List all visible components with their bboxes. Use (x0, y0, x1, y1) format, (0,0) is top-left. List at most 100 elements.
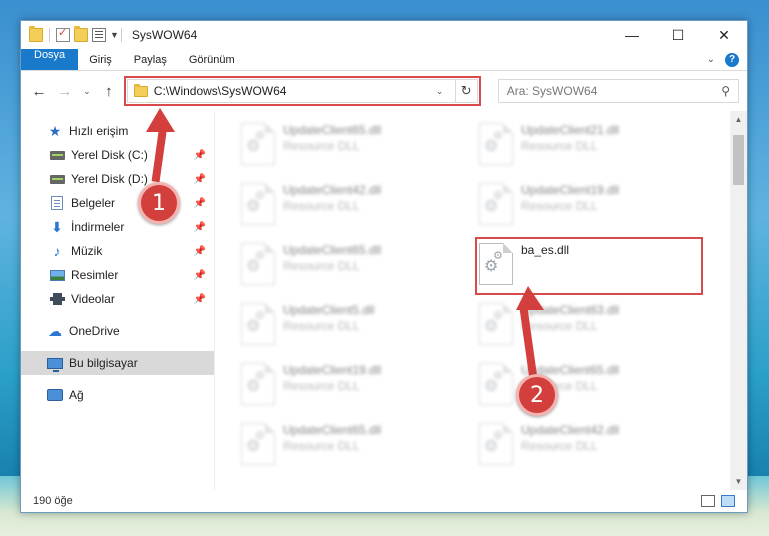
pictures-icon (49, 268, 65, 282)
address-bar[interactable]: C:\Windows\SysWOW64 ⌄ ↻ (126, 79, 478, 103)
dll-file-icon: ⚙ ⚙ (479, 243, 513, 285)
file-name: UpdateClient42.dll (283, 183, 382, 197)
tab-home[interactable]: Giriş (78, 49, 123, 70)
scroll-thumb[interactable] (733, 135, 744, 185)
up-button[interactable]: ↑ (99, 81, 119, 101)
cloud-icon: ☁ (48, 322, 62, 339)
scroll-up-icon[interactable]: ▲ (730, 111, 747, 128)
new-folder-icon[interactable] (74, 26, 88, 42)
video-icon (49, 292, 65, 306)
dll-file-icon: ⚙ ⚙ (479, 123, 513, 165)
sidebar-item-label: Hızlı erişim (69, 124, 129, 138)
dll-file-icon: ⚙ ⚙ (241, 243, 275, 285)
file-type: Resource DLL (283, 139, 360, 153)
sidebar-item-disk-d[interactable]: Yerel Disk (D:) 📌 (21, 167, 214, 191)
tab-share[interactable]: Paylaş (123, 49, 178, 70)
file-item[interactable]: ⚙ ⚙ UpdateClient5.dll Resource DLL (241, 299, 479, 359)
dll-file-icon: ⚙ ⚙ (479, 363, 513, 405)
tab-view[interactable]: Görünüm (178, 49, 246, 70)
file-item[interactable]: ⚙ ⚙ UpdateClient21.dll Resource DLL (479, 119, 717, 179)
file-type: Resource DLL (283, 379, 360, 393)
sidebar-item-music[interactable]: ♪ Müzik 📌 (21, 239, 214, 263)
minimize-button[interactable]: — (609, 21, 655, 49)
pin-icon[interactable]: 📌 (194, 222, 206, 233)
search-box[interactable]: Ara: SysWOW64 ⚲ (497, 79, 739, 103)
ribbon-tabs: Dosya Giriş Paylaş Görünüm ⌄ ? (21, 49, 747, 71)
ribbon-right: ⌄ ? (707, 49, 747, 70)
pin-icon[interactable]: 📌 (194, 198, 206, 209)
sidebar-item-videos[interactable]: Videolar 📌 (21, 287, 214, 311)
file-item-ba-es[interactable]: ⚙ ⚙ ba_es.dll (479, 239, 717, 299)
file-item[interactable]: ⚙ ⚙ UpdateClient65.dll Resource DLL (241, 239, 479, 299)
large-icons-view-icon[interactable] (721, 495, 735, 507)
pin-icon[interactable]: 📌 (194, 174, 206, 185)
download-icon: ⬇ (51, 218, 63, 235)
file-type: Resource DLL (283, 439, 360, 453)
computer-icon (47, 356, 63, 372)
scroll-down-icon[interactable]: ▼ (730, 473, 747, 490)
details-view-icon[interactable] (701, 495, 715, 507)
dll-file-icon: ⚙ ⚙ (241, 303, 275, 345)
file-name: ba_es.dll (521, 243, 570, 257)
sidebar-item-label: OneDrive (69, 324, 120, 338)
pin-icon[interactable]: 📌 (194, 246, 206, 257)
address-path[interactable]: C:\Windows\SysWOW64 (154, 84, 425, 98)
file-type: Resource DLL (283, 259, 360, 273)
back-button[interactable]: ← (29, 81, 49, 101)
search-input[interactable]: Ara: SysWOW64 (507, 84, 722, 98)
vertical-scrollbar[interactable]: ▲ ▼ (730, 111, 747, 490)
refresh-icon[interactable]: ↻ (454, 80, 477, 102)
close-button[interactable]: ✕ (701, 21, 747, 49)
address-folder-icon (133, 83, 148, 97)
sidebar-item-onedrive[interactable]: ☁ OneDrive (21, 319, 214, 343)
sidebar-item-this-pc[interactable]: Bu bilgisayar (21, 351, 214, 375)
file-item[interactable]: ⚙ ⚙ UpdateClient63.dll Resource DLL (479, 299, 717, 359)
help-icon[interactable]: ? (725, 52, 739, 67)
status-bar: 190 öğe (21, 490, 747, 512)
sidebar-item-documents[interactable]: Belgeler 📌 (21, 191, 214, 215)
sidebar-item-quick-access[interactable]: ★ Hızlı erişim (21, 119, 214, 143)
expand-ribbon-icon[interactable]: ⌄ (707, 54, 715, 65)
file-item[interactable]: ⚙ ⚙ UpdateClient65.dll Resource DLL (241, 119, 479, 179)
properties-check-icon[interactable] (56, 26, 70, 42)
file-item[interactable]: ⚙ ⚙ UpdateClient42.dll Resource DLL (241, 179, 479, 239)
recent-locations-icon[interactable]: ⌄ (81, 86, 93, 97)
sidebar-item-network[interactable]: Ağ (21, 383, 214, 407)
sidebar-item-label: Yerel Disk (C:) (71, 148, 148, 162)
file-item[interactable]: ⚙ ⚙ UpdateClient65.dll Resource DLL (479, 359, 717, 419)
toolbar-divider (49, 28, 50, 42)
maximize-button[interactable]: ☐ (655, 21, 701, 49)
pin-icon[interactable]: 📌 (194, 150, 206, 161)
sidebar-item-pictures[interactable]: Resimler 📌 (21, 263, 214, 287)
forward-button[interactable]: → (55, 81, 75, 101)
music-icon: ♪ (53, 243, 61, 259)
file-item[interactable]: ⚙ ⚙ UpdateClient65.dll Resource DLL (241, 419, 479, 479)
sidebar-item-label: Videolar (71, 292, 115, 306)
qat-dropdown-icon[interactable]: ▼ (110, 30, 119, 40)
list-properties-icon[interactable] (92, 28, 106, 42)
file-type: Resource DLL (283, 319, 360, 333)
pin-icon[interactable]: 📌 (194, 294, 206, 305)
navigation-pane: ★ Hızlı erişim Yerel Disk (C:) 📌 Yerel D… (21, 111, 215, 490)
file-type: Resource DLL (283, 199, 360, 213)
file-item[interactable]: ⚙ ⚙ UpdateClient19.dll Resource DLL (479, 179, 717, 239)
search-icon[interactable]: ⚲ (721, 84, 730, 98)
file-name: UpdateClient63.dll (521, 303, 620, 317)
quick-access-toolbar: ▼ (29, 26, 119, 42)
sidebar-item-disk-c[interactable]: Yerel Disk (C:) 📌 (21, 143, 214, 167)
pin-icon[interactable]: 📌 (194, 270, 206, 281)
sidebar-item-label: Bu bilgisayar (69, 356, 138, 370)
file-name: UpdateClient65.dll (283, 243, 382, 257)
file-item[interactable]: ⚙ ⚙ UpdateClient42.dll Resource DLL (479, 419, 717, 479)
address-bar-wrap: C:\Windows\SysWOW64 ⌄ ↻ (123, 76, 481, 106)
address-dropdown-icon[interactable]: ⌄ (431, 86, 449, 97)
navigation-bar: ← → ⌄ ↑ C:\Windows\SysWOW64 ⌄ ↻ Ara: Sys… (21, 71, 747, 111)
file-name: UpdateClient19.dll (283, 363, 382, 377)
file-item[interactable]: ⚙ ⚙ UpdateClient19.dll Resource DLL (241, 359, 479, 419)
tab-file[interactable]: Dosya (21, 49, 79, 70)
title-divider (120, 28, 122, 42)
title-bar: ▼ SysWOW64 — ☐ ✕ (21, 21, 747, 49)
file-name: UpdateClient65.dll (283, 423, 382, 437)
sidebar-item-label: Ağ (69, 388, 84, 402)
sidebar-item-downloads[interactable]: ⬇ İndirmeler 📌 (21, 215, 214, 239)
